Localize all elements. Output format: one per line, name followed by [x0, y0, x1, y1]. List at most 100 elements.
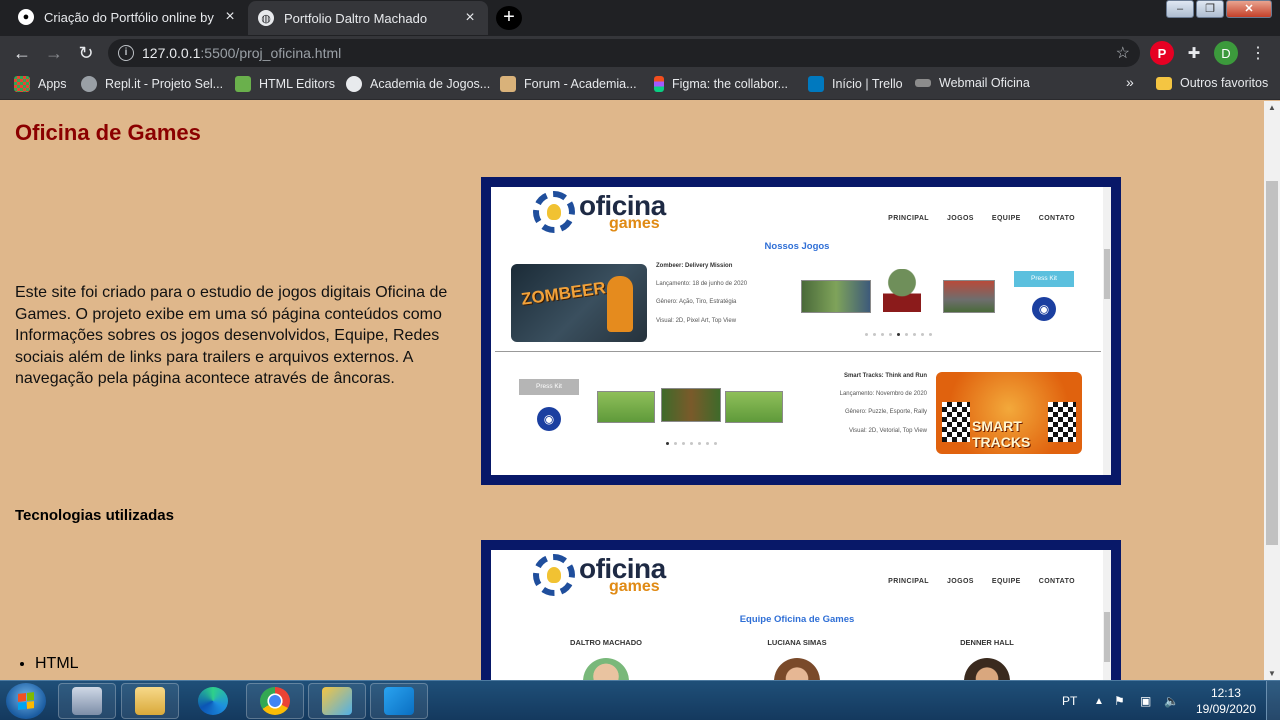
gear-bulb-icon: [533, 554, 575, 596]
apps-grid-icon: [14, 76, 30, 92]
taskbar-tool-app[interactable]: [308, 683, 366, 719]
figma-icon: [654, 76, 664, 92]
taskbar-edge[interactable]: [184, 683, 242, 719]
minimize-button[interactable]: –: [1166, 0, 1194, 18]
smart-tracks-logo-text: SMART TRACKS: [972, 418, 1031, 450]
taskbar-keyboard-app[interactable]: [58, 683, 116, 719]
scroll-down-arrow-icon[interactable]: ▼: [1268, 669, 1276, 678]
bookmark-label: Figma: the collabor...: [672, 77, 789, 91]
start-button[interactable]: [6, 683, 46, 719]
bookmark-replit[interactable]: Repl.it - Projeto Sel...: [81, 76, 223, 92]
reload-button[interactable]: ↻: [70, 37, 102, 69]
gameplay-image: [801, 280, 871, 313]
avatar: [964, 658, 1010, 680]
site-info-icon[interactable]: i: [118, 45, 134, 61]
member-name: LUCIANA SIMAS: [767, 638, 827, 647]
track-image: [661, 388, 721, 422]
game2-visual: Visual: 2D, Vetorial, Top View: [848, 427, 927, 434]
bookmark-trello[interactable]: Início | Trello: [808, 76, 903, 92]
carousel-dot: [674, 442, 677, 445]
project-screenshot-team: oficina games PRINCIPAL JOGOS EQUIPE CON…: [481, 540, 1121, 680]
mini-nav-item: JOGOS: [946, 578, 974, 585]
oficina-logo: oficina games: [533, 191, 666, 233]
language-indicator[interactable]: PT: [1062, 681, 1077, 720]
avatar: [774, 658, 820, 680]
bookmark-academia-jogos[interactable]: Academia de Jogos...: [346, 76, 490, 92]
screenshot-screen: oficina games PRINCIPAL JOGOS EQUIPE CON…: [491, 187, 1111, 475]
game1-visual: Visual: 2D, Pixel Art, Top View: [656, 317, 737, 324]
bookmark-label: Forum - Academia...: [524, 77, 637, 91]
bookmark-forum[interactable]: Forum - Academia...: [500, 76, 637, 92]
bookmark-other-favorites[interactable]: Outros favoritos: [1156, 76, 1268, 90]
bookmark-html-editors[interactable]: HTML Editors: [235, 76, 335, 92]
mini-heading: Nossos Jogos: [764, 241, 830, 252]
page-scrollbar[interactable]: ▲ ▼: [1264, 101, 1280, 680]
smart-tracks-thumbnail: SMART TRACKS: [936, 372, 1082, 454]
new-tab-button[interactable]: +: [496, 6, 522, 30]
taskbar-vscode[interactable]: [370, 683, 428, 719]
carousel-dot: [913, 333, 916, 336]
bookmark-apps[interactable]: Apps: [14, 76, 67, 92]
game2-title: Smart Tracks: Think and Run: [843, 373, 927, 379]
carousel-dot: [929, 333, 932, 336]
address-bar[interactable]: i 127.0.0.1:5500/proj_oficina.html ☆: [108, 39, 1140, 67]
vscode-icon: [384, 687, 414, 715]
carousel-dot: [666, 442, 669, 445]
taskbar-chrome[interactable]: [246, 683, 304, 719]
volume-icon[interactable]: 🔈: [1164, 681, 1179, 720]
bookmark-webmail[interactable]: Webmail Oficina: [915, 76, 1030, 90]
network-icon[interactable]: ▣: [1140, 681, 1151, 720]
mini-nav-item: CONTATO: [1038, 578, 1075, 585]
section-divider: [495, 351, 1101, 352]
mini-scrollbar: [1103, 550, 1111, 680]
game1-genre: Gênero: Ação, Tiro, Estratégia: [656, 299, 737, 306]
track-image: [725, 391, 783, 423]
replit-icon: [81, 76, 97, 92]
zombeer-thumbnail: ZOMBEER: [511, 264, 647, 342]
profile-avatar[interactable]: D: [1214, 41, 1238, 65]
carousel-dot: [698, 442, 701, 445]
bookmark-star-icon[interactable]: ☆: [1116, 43, 1130, 63]
gear-bulb-icon: [533, 191, 575, 233]
chrome-icon: [260, 687, 290, 715]
carousel-dots: [666, 442, 717, 445]
scrollbar-thumb[interactable]: [1266, 181, 1278, 545]
globe-icon: ◍: [258, 10, 274, 26]
close-tab-icon[interactable]: ×: [462, 9, 478, 27]
close-tab-icon[interactable]: ×: [222, 8, 238, 26]
tab-portfolio[interactable]: ◍ Portfolio Daltro Machado ×: [248, 1, 488, 35]
maximize-button[interactable]: ❐: [1196, 0, 1224, 18]
system-clock[interactable]: 12:13 19/09/2020: [1196, 685, 1256, 717]
taskbar-file-explorer[interactable]: [121, 683, 179, 719]
browser-menu-icon[interactable]: ⋮: [1246, 41, 1270, 65]
member-name: DALTRO MACHADO: [570, 638, 642, 647]
bookmarks-overflow-button[interactable]: »: [1126, 74, 1134, 90]
bookmark-label: Webmail Oficina: [939, 76, 1030, 90]
trello-icon: [808, 76, 824, 92]
mini-heading: Equipe Oficina de Games: [739, 614, 855, 625]
carousel-dot: [706, 442, 709, 445]
project-description: Este site foi criado para o estudio de j…: [15, 284, 448, 387]
close-window-button[interactable]: ✕: [1226, 0, 1272, 18]
extensions-puzzle-icon[interactable]: ✚: [1182, 41, 1206, 65]
show-desktop-button[interactable]: [1266, 681, 1280, 720]
project-screenshot-games: oficina games PRINCIPAL JOGOS EQUIPE CON…: [481, 177, 1121, 485]
pinterest-extension-icon[interactable]: P: [1150, 41, 1174, 65]
url-path: :5500/proj_oficina.html: [200, 45, 342, 61]
forward-button[interactable]: →: [38, 37, 70, 69]
tab-github[interactable]: ● Criação do Portfólio online by da ×: [8, 0, 248, 34]
bookmark-figma[interactable]: Figma: the collabor...: [654, 76, 788, 92]
bookmark-label: Repl.it - Projeto Sel...: [105, 77, 224, 91]
tab-title: Portfolio Daltro Machado: [284, 10, 428, 26]
scroll-up-arrow-icon[interactable]: ▲: [1268, 103, 1276, 112]
zombeer-logo-text: ZOMBEER: [520, 278, 607, 309]
bookmark-label: Apps: [38, 77, 67, 91]
tech-item: HTML: [35, 655, 79, 673]
show-hidden-icons-icon[interactable]: ▲: [1094, 681, 1104, 720]
windows-taskbar: PT ▲ ⚑ ▣ 🔈 12:13 19/09/2020: [0, 680, 1280, 720]
tool-app-icon: [322, 687, 352, 715]
game2-info: Smart Tracks: Think and Run Lançamento: …: [801, 373, 927, 446]
action-center-flag-icon[interactable]: ⚑: [1114, 681, 1125, 720]
back-button[interactable]: ←: [6, 37, 38, 69]
press-kit-button: Press Kit: [1014, 271, 1074, 287]
